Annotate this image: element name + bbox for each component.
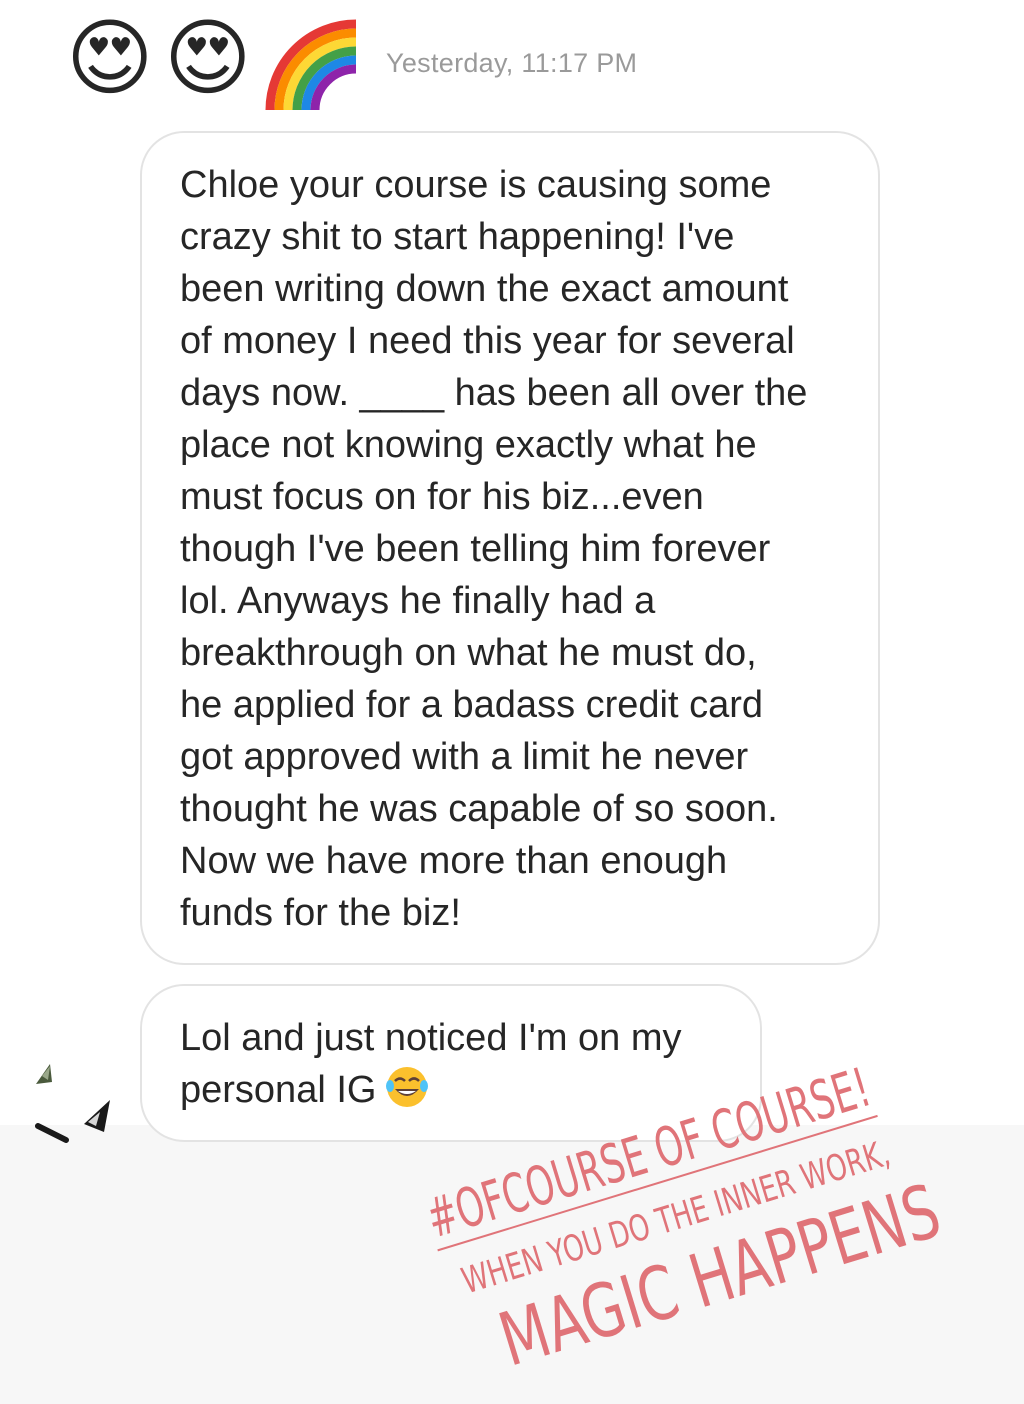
message-timestamp: Yesterday, 11:17 PM (386, 48, 638, 78)
rainbow-emoji-icon (265, 19, 357, 110)
message-text: Lol and just noticed I'm on my personal … (180, 1012, 730, 1116)
message-bubble[interactable]: Chloe your course is causing some crazy … (140, 131, 880, 965)
avatar-icon[interactable] (30, 1060, 114, 1144)
story-background (0, 1125, 1024, 1404)
message-text: Chloe your course is causing some crazy … (180, 164, 808, 934)
message-text-content: Lol and just noticed I'm on my personal … (180, 1017, 682, 1111)
heart-eyes-emoji-icon: 😍 (164, 9, 252, 107)
tears-of-joy-emoji-icon (386, 1067, 429, 1107)
message-bubble[interactable]: Lol and just noticed I'm on my personal … (140, 984, 762, 1142)
heart-eyes-emoji-icon: 😍 (66, 9, 154, 107)
